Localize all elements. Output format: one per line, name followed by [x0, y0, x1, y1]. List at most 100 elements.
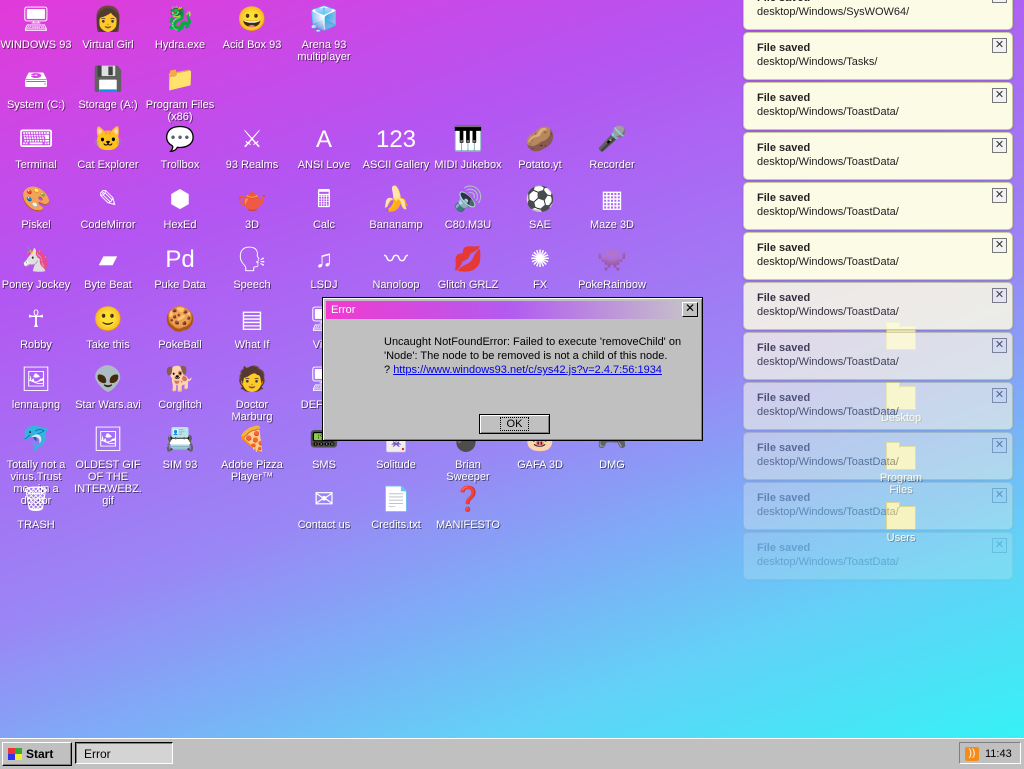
desktop-icon[interactable]: 👩 Virtual Girl — [72, 4, 144, 51]
desktop-icon[interactable]: 💾 Storage (A:) — [72, 64, 144, 111]
desktop-icon[interactable]: 👽 Star Wars.avi — [72, 364, 144, 411]
desktop-icon[interactable]: 🦄 Poney Jockey — [0, 244, 72, 291]
desktop-icon[interactable]: ▤ What If — [216, 304, 288, 351]
desktop-icon[interactable]: ⚽ SAE — [504, 184, 576, 231]
desktop[interactable]: 🖥 WINDOWS 93 👩 Virtual Girl 🐉 Hydra.exe 😀 Acid … — [0, 0, 1024, 738]
toast-notification[interactable]: File saved desktop/Windows/ToastData/ ✕ — [743, 532, 1013, 580]
desktop-icon[interactable]: 👾 PokeRainbow — [576, 244, 648, 291]
close-icon[interactable]: ✕ — [992, 188, 1007, 203]
close-icon[interactable]: ✕ — [992, 88, 1007, 103]
desktop-icon[interactable]: 😀 Acid Box 93 — [216, 4, 288, 51]
desktop-icon[interactable]: 🥔 Potato.yt — [504, 124, 576, 171]
close-icon[interactable]: ✕ — [992, 38, 1007, 53]
desktop-icon[interactable]: 🍕 Adobe Pizza Player™ — [216, 424, 288, 483]
desktop-icon[interactable]: 🙂 Take this — [72, 304, 144, 351]
desktop-icon[interactable]: 🧑 Doctor Marburg — [216, 364, 288, 423]
app-icon: 🦄 — [21, 246, 51, 273]
toast-notification[interactable]: File saved desktop/Windows/ToastData/ ✕ — [743, 432, 1013, 480]
toast-notification[interactable]: File saved desktop/Windows/ToastData/ ✕ — [743, 482, 1013, 530]
toast-notification[interactable]: File saved desktop/Windows/ToastData/ ✕ — [743, 382, 1013, 430]
desktop-icon[interactable]: 🖼 OLDEST GIF OF THE INTERWEBZ.gif — [72, 424, 144, 507]
desktop-icon[interactable]: Pd Puke Data — [144, 244, 216, 291]
app-icon: 🖩 — [316, 186, 332, 213]
desktop-icon[interactable]: 🧊 Arena 93 multiplayer — [288, 4, 360, 63]
desktop-icon[interactable]: 📁 Program Files (x86) — [144, 64, 216, 123]
toast-notification[interactable]: File saved desktop/Windows/Tasks/ ✕ — [743, 32, 1013, 80]
desktop-icon-label: Arena 93 multiplayer — [297, 39, 351, 63]
app-icon: 📄 — [381, 486, 411, 513]
desktop-icon[interactable]: ❓ MANIFESTO — [432, 484, 504, 531]
toast-notification[interactable]: File saved desktop/Windows/ToastData/ ✕ — [743, 132, 1013, 180]
desktop-icon[interactable]: 🫖 3D — [216, 184, 288, 231]
desktop-icon[interactable]: ♫ LSDJ — [288, 244, 360, 291]
toast-notification[interactable]: File saved desktop/Windows/SysWOW64/ ✕ — [743, 0, 1013, 30]
taskbar-item-error[interactable]: Error — [75, 742, 173, 764]
close-icon[interactable]: ✕ — [992, 388, 1007, 403]
desktop-icon[interactable]: ▦ Maze 3D — [576, 184, 648, 231]
dialog-error-link[interactable]: https://www.windows93.net/c/sys42.js?v=2… — [393, 364, 662, 376]
toast-notification[interactable]: File saved desktop/Windows/ToastData/ ✕ — [743, 282, 1013, 330]
toast-notification[interactable]: File saved desktop/Windows/ToastData/ ✕ — [743, 82, 1013, 130]
desktop-icon[interactable]: 📄 Credits.txt — [360, 484, 432, 531]
toast-title: File saved — [757, 242, 811, 254]
desktop-icon[interactable]: 💋 Glitch GRLZ — [432, 244, 504, 291]
dialog-titlebar[interactable]: Error — [326, 301, 699, 319]
app-icon: ⬢ — [169, 186, 191, 213]
desktop-icon[interactable]: 🗑 TRASH — [0, 484, 72, 531]
desktop-icon[interactable]: 🎨 Piskel — [0, 184, 72, 231]
desktop-icon[interactable]: 🔊 C80.M3U — [432, 184, 504, 231]
toast-path: desktop/Windows/Tasks/ — [757, 56, 878, 68]
desktop-icon[interactable]: 💬 Trollbox — [144, 124, 216, 171]
toast-title: File saved — [757, 492, 811, 504]
close-icon[interactable]: ✕ — [992, 288, 1007, 303]
close-icon[interactable]: ✕ — [992, 338, 1007, 353]
desktop-icon[interactable]: 🖥 WINDOWS 93 — [0, 4, 72, 51]
close-icon[interactable]: ✕ — [992, 538, 1007, 553]
close-icon[interactable]: ✕ — [992, 488, 1007, 503]
toast-path: desktop/Windows/ToastData/ — [757, 556, 899, 568]
desktop-icon[interactable]: ⬢ HexEd — [144, 184, 216, 231]
desktop-icon-label: System (C:) — [6, 99, 66, 111]
toast-notification[interactable]: File saved desktop/Windows/ToastData/ ✕ — [743, 332, 1013, 380]
app-icon: 🎨 — [21, 186, 51, 213]
app-icon: ⌨ — [18, 126, 54, 153]
desktop-icon[interactable]: 🖴 System (C:) — [0, 64, 72, 111]
desktop-icon[interactable]: ✎ CodeMirror — [72, 184, 144, 231]
desktop-icon[interactable]: 123 ASCII Gallery — [360, 124, 432, 171]
dialog-ok-button[interactable]: OK — [479, 414, 550, 434]
desktop-icon[interactable]: ✺ FX — [504, 244, 576, 291]
desktop-icon[interactable]: 🖼 lenna.png — [0, 364, 72, 411]
toast-notification[interactable]: File saved desktop/Windows/ToastData/ ✕ — [743, 232, 1013, 280]
desktop-icon[interactable]: ⌨ Terminal — [0, 124, 72, 171]
desktop-icon[interactable]: 🐱 Cat Explorer — [72, 124, 144, 171]
rss-icon[interactable]: )) — [965, 747, 979, 761]
desktop-icon[interactable]: 🍌 Bananamp — [360, 184, 432, 231]
desktop-icon[interactable]: 🎤 Recorder — [576, 124, 648, 171]
desktop-icon-label: Poney Jockey — [1, 279, 71, 291]
close-icon[interactable]: ✕ — [992, 0, 1007, 3]
desktop-icon[interactable]: ▰ Byte Beat — [72, 244, 144, 291]
desktop-icon[interactable]: A ANSI Love — [288, 124, 360, 171]
toast-title: File saved — [757, 42, 811, 54]
close-icon[interactable]: ✕ — [992, 238, 1007, 253]
desktop-icon[interactable]: 🖩 Calc — [288, 184, 360, 231]
desktop-icon[interactable]: ✉ Contact us — [288, 484, 360, 531]
desktop-icon-label: Solitude — [376, 459, 416, 471]
start-button[interactable]: Start — [2, 742, 72, 766]
dialog-close-button[interactable]: ✕ — [682, 302, 698, 317]
desktop-icon[interactable]: 〰 Nanoloop — [360, 244, 432, 291]
desktop-icon[interactable]: 🐕 Corglitch — [144, 364, 216, 411]
desktop-icon-label: GAFA 3D — [517, 459, 563, 471]
desktop-icon[interactable]: 🍪 PokeBall — [144, 304, 216, 351]
desktop-icon[interactable]: 📇 SIM 93 — [144, 424, 216, 471]
desktop-icon-label: Calc — [312, 219, 335, 231]
desktop-icon[interactable]: 🗣 Speech — [216, 244, 288, 291]
close-icon[interactable]: ✕ — [992, 138, 1007, 153]
desktop-icon[interactable]: ⚔ 93 Realms — [216, 124, 288, 171]
dialog-link-prefix: ? — [384, 364, 394, 376]
desktop-icon[interactable]: 🎹 MIDI Jukebox — [432, 124, 504, 171]
toast-notification[interactable]: File saved desktop/Windows/ToastData/ ✕ — [743, 182, 1013, 230]
desktop-icon[interactable]: ☥ Robby — [0, 304, 72, 351]
close-icon[interactable]: ✕ — [992, 438, 1007, 453]
desktop-icon[interactable]: 🐉 Hydra.exe — [144, 4, 216, 51]
